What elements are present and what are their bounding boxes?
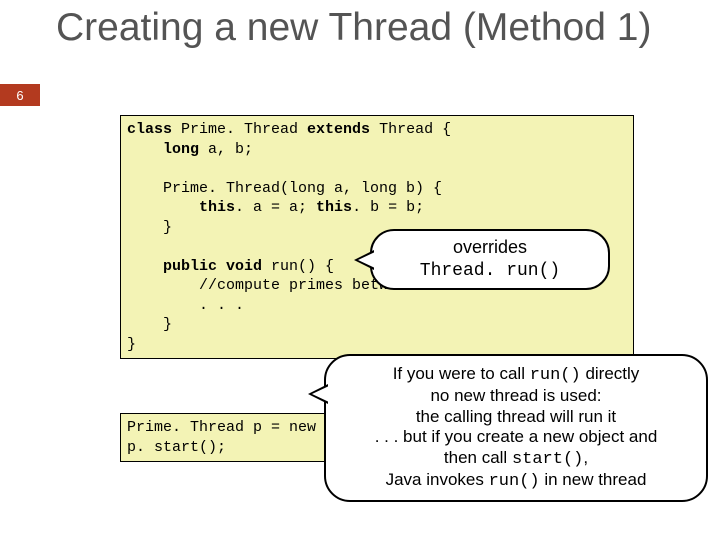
kw: this xyxy=(127,199,235,216)
code-text: Prime. Thread xyxy=(172,121,307,138)
callout-text: in new thread xyxy=(540,470,647,489)
code-text: Prime. Thread p = xyxy=(127,419,289,436)
callout-text: then call xyxy=(444,448,512,467)
callout-text: no new thread is used: xyxy=(430,386,601,405)
kw: new xyxy=(289,419,316,436)
slide-number: 6 xyxy=(0,84,40,106)
kw: long xyxy=(127,141,199,158)
code-text: a, b; xyxy=(199,141,253,158)
kw: extends xyxy=(307,121,370,138)
callout-code: run() xyxy=(489,472,540,491)
callout-code: start() xyxy=(512,450,583,469)
callout-text: . . . but if you create a new object and xyxy=(375,427,658,446)
callout-text: , xyxy=(583,448,588,467)
code-text xyxy=(127,238,136,255)
code-text: . b = b; xyxy=(352,199,424,216)
callout-text: Java invokes xyxy=(386,470,489,489)
code-text: . . . xyxy=(127,297,244,314)
kw: this xyxy=(316,199,352,216)
callout-text: the calling thread will run it xyxy=(416,407,616,426)
page-title: Creating a new Thread (Method 1) xyxy=(56,6,651,51)
callout-code: Thread. run() xyxy=(420,261,560,281)
callout-code: run() xyxy=(530,366,581,385)
callout-run-start: If you were to call run() directly no ne… xyxy=(324,354,708,502)
code-text: . a = a; xyxy=(235,199,316,216)
callout-text: If you were to call xyxy=(393,364,530,383)
kw: class xyxy=(127,121,172,138)
code-text: Thread { xyxy=(370,121,451,138)
callout-text: overrides xyxy=(453,237,527,257)
code-text: p. start(); xyxy=(127,439,226,456)
callout-overrides: overrides Thread. run() xyxy=(370,229,610,290)
code-text: } xyxy=(127,219,172,236)
code-text xyxy=(127,160,136,177)
kw: public void xyxy=(127,258,262,275)
code-text: } xyxy=(127,336,136,353)
code-text: } xyxy=(127,316,172,333)
code-text: Prime. Thread(long a, long b) { xyxy=(127,180,442,197)
code-text: run() { xyxy=(262,258,334,275)
callout-text: directly xyxy=(581,364,640,383)
